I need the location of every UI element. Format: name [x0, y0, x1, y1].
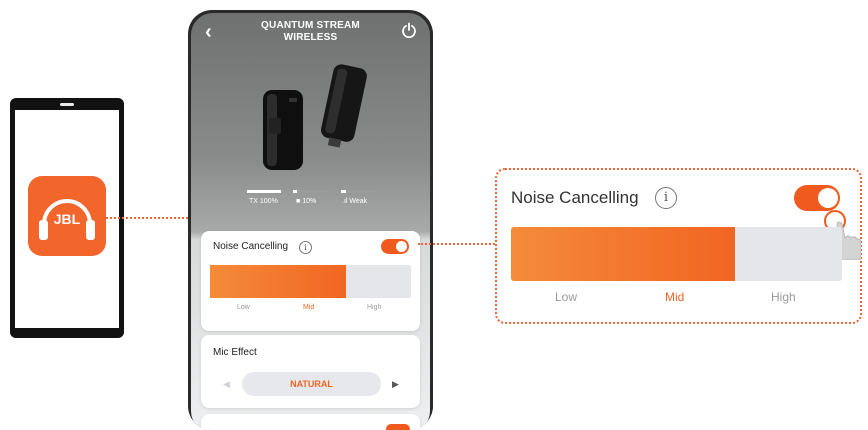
mic-preset-selector[interactable]: NATURAL	[242, 372, 381, 396]
tx-level-fill	[247, 190, 281, 193]
power-icon[interactable]	[401, 22, 417, 38]
level-low[interactable]: Low	[237, 304, 250, 311]
app-logo-text: JBL	[54, 211, 81, 227]
battery-icon: ■	[296, 198, 301, 205]
jbl-app-icon[interactable]: JBL	[28, 176, 106, 256]
phone-speaker	[60, 103, 74, 106]
signal-level-fill	[341, 190, 346, 193]
device-title-line1: QUANTUM STREAM	[261, 20, 360, 31]
zoom-level-high[interactable]: High	[771, 290, 796, 304]
level-high[interactable]: High	[367, 304, 381, 311]
device-title-line2: WIRELESS	[283, 32, 338, 43]
noise-cancelling-card: Noise Cancelling i Low Mid High	[201, 231, 420, 331]
zoom-noise-cancelling-title: Noise Cancelling	[511, 188, 639, 207]
back-icon[interactable]: ‹	[205, 21, 212, 44]
noise-level-slider[interactable]	[210, 265, 411, 298]
mic-effect-card: Mic Effect ◀ NATURAL ▶	[201, 335, 420, 408]
zoom-noise-level-fill	[511, 227, 735, 281]
app-phone: ‹ QUANTUM STREAM WIRELESS TX 100% ■ 10% …	[188, 10, 433, 430]
noise-cancelling-zoom-panel: Noise Cancelling i Low Mid High	[495, 168, 862, 324]
noise-level-fill	[210, 265, 346, 298]
wireless-mic-image	[263, 64, 367, 170]
connector-left	[106, 217, 188, 219]
zoom-noise-cancelling-toggle[interactable]	[794, 185, 840, 211]
signal-icon: .ıl	[342, 198, 348, 205]
zoom-level-mid[interactable]: Mid	[665, 290, 684, 304]
noise-cancelling-toggle[interactable]	[381, 239, 409, 254]
stat-signal-label: Weak	[349, 198, 368, 205]
device-stats: TX 100% ■ 10% .ıl Weak	[241, 190, 381, 214]
zoom-level-low[interactable]: Low	[555, 290, 577, 304]
noise-cancelling-title: Noise Cancelling	[213, 241, 289, 252]
next-card	[201, 414, 420, 430]
connector-right	[418, 243, 495, 245]
next-preset-icon[interactable]: ▶	[392, 379, 399, 390]
app-screen: ‹ QUANTUM STREAM WIRELESS TX 100% ■ 10% …	[191, 13, 430, 430]
battery-level-fill	[293, 190, 297, 193]
next-card-toggle[interactable]	[386, 424, 410, 430]
zoom-info-icon[interactable]: i	[655, 187, 677, 209]
mic-effect-title: Mic Effect	[213, 347, 257, 358]
stat-tx-label: TX 100%	[249, 198, 278, 205]
level-mid[interactable]: Mid	[303, 304, 314, 311]
stat-battery-label: 10%	[302, 198, 317, 205]
jbl-headphones-logo: JBL	[39, 199, 95, 240]
device-title: QUANTUM STREAM WIRELESS	[231, 20, 390, 44]
zoom-noise-level-slider[interactable]	[511, 227, 842, 281]
previous-preset-icon[interactable]: ◀	[223, 379, 230, 390]
info-icon[interactable]: i	[299, 241, 312, 254]
